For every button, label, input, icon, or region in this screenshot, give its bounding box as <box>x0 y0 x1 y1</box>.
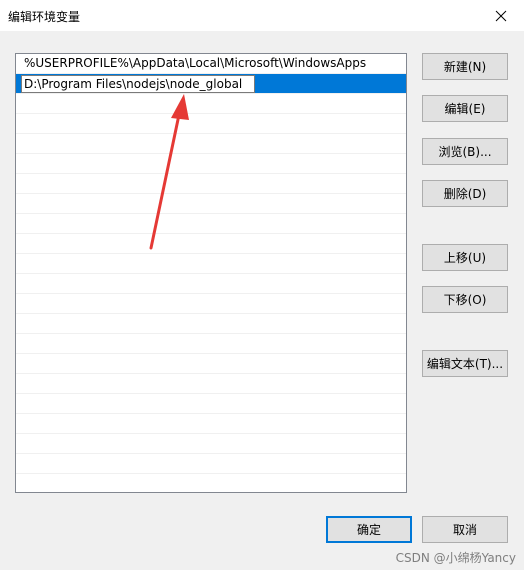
list-item-empty[interactable] <box>16 354 406 374</box>
list-item-selected[interactable]: D:\Program Files\nodejs\node_global <box>16 74 406 94</box>
window-title: 编辑环境变量 <box>8 10 81 24</box>
list-item-empty[interactable] <box>16 394 406 414</box>
cancel-button[interactable]: 取消 <box>422 516 508 543</box>
list-item-empty[interactable] <box>16 254 406 274</box>
list-item-empty[interactable] <box>16 114 406 134</box>
close-button[interactable] <box>478 0 524 31</box>
new-button[interactable]: 新建(N) <box>422 53 508 80</box>
browse-button[interactable]: 浏览(B)... <box>422 138 508 165</box>
dialog-client-area: %USERPROFILE%\AppData\Local\Microsoft\Wi… <box>0 31 524 570</box>
list-item-empty[interactable] <box>16 94 406 114</box>
path-list[interactable]: %USERPROFILE%\AppData\Local\Microsoft\Wi… <box>15 53 407 493</box>
list-item-empty[interactable] <box>16 454 406 474</box>
edit-text-button[interactable]: 编辑文本(T)... <box>422 350 508 377</box>
list-item-empty[interactable] <box>16 314 406 334</box>
list-item-empty[interactable] <box>16 154 406 174</box>
list-item-empty[interactable] <box>16 374 406 394</box>
list-item-empty[interactable] <box>16 474 406 492</box>
list-item[interactable]: %USERPROFILE%\AppData\Local\Microsoft\Wi… <box>16 54 406 74</box>
watermark: CSDN @小绵杨Yancy <box>395 551 516 565</box>
edit-button[interactable]: 编辑(E) <box>422 95 508 122</box>
edit-env-variable-dialog: 编辑环境变量 %USERPROFILE%\AppData\Local\Micro… <box>0 0 524 570</box>
inline-edit-field[interactable]: D:\Program Files\nodejs\node_global <box>21 75 255 93</box>
close-icon <box>495 10 507 21</box>
list-item-empty[interactable] <box>16 194 406 214</box>
list-item-label: %USERPROFILE%\AppData\Local\Microsoft\Wi… <box>24 56 367 70</box>
list-item-empty[interactable] <box>16 414 406 434</box>
move-up-button[interactable]: 上移(U) <box>422 244 508 271</box>
title-bar: 编辑环境变量 <box>0 0 524 31</box>
list-item-empty[interactable] <box>16 134 406 154</box>
move-down-button[interactable]: 下移(O) <box>422 286 508 313</box>
ok-button[interactable]: 确定 <box>326 516 412 543</box>
list-item-empty[interactable] <box>16 294 406 314</box>
list-item-empty[interactable] <box>16 334 406 354</box>
list-item-empty[interactable] <box>16 174 406 194</box>
list-item-empty[interactable] <box>16 274 406 294</box>
list-item-empty[interactable] <box>16 214 406 234</box>
list-item-empty[interactable] <box>16 434 406 454</box>
delete-button[interactable]: 删除(D) <box>422 180 508 207</box>
list-item-empty[interactable] <box>16 234 406 254</box>
